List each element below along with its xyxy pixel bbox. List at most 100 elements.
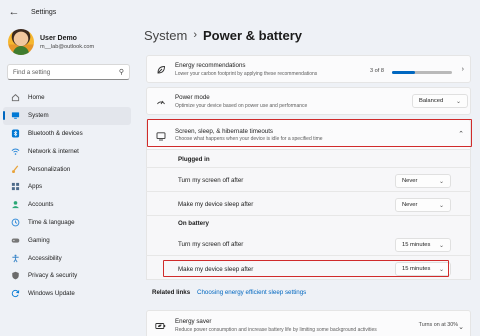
- sidebar-item-apps[interactable]: Apps: [3, 178, 131, 196]
- sidebar-item-label: Personalization: [28, 165, 71, 173]
- sidebar-item-bluetooth-devices[interactable]: Bluetooth & devices: [3, 125, 131, 143]
- energy-title: Energy recommendations: [175, 62, 246, 69]
- battery-saver-icon: [155, 320, 166, 331]
- energy-saver-status: Turns on at 30%: [418, 322, 458, 328]
- sidebar-item-label: Gaming: [28, 236, 50, 244]
- chevron-down-icon: ⌄: [438, 242, 444, 249]
- home-icon: [11, 93, 20, 102]
- sidebar-item-label: Accounts: [28, 201, 54, 209]
- globe-clock-icon: [11, 218, 20, 227]
- sidebar-item-privacy-security[interactable]: Privacy & security: [3, 267, 131, 285]
- chevron-down-icon: ⌄: [438, 178, 444, 185]
- sidebar-item-accounts[interactable]: Accounts: [3, 196, 131, 214]
- breadcrumb: System › Power & battery: [138, 25, 480, 45]
- plugged-screen-off-label: Turn my screen off after: [178, 177, 244, 184]
- power-mode-title: Power mode: [175, 94, 210, 101]
- sidebar-item-accessibility[interactable]: Accessibility: [3, 249, 131, 267]
- search-box[interactable]: ⚲: [7, 64, 130, 80]
- sidebar-item-label: Privacy & security: [28, 272, 78, 280]
- screen-sleep-header[interactable]: Screen, sleep, & hibernate timeouts Choo…: [146, 119, 471, 150]
- plugged-screen-off-value: Never: [402, 178, 418, 184]
- person-icon: [11, 200, 20, 209]
- power-mode-desc: Optimize your device based on power use …: [175, 103, 308, 109]
- sidebar-item-home[interactable]: Home: [3, 89, 131, 107]
- sidebar-item-time-language[interactable]: Time & language: [3, 214, 131, 232]
- main-content: System › Power & battery Energy recommen…: [138, 24, 480, 336]
- accessibility-icon: [11, 254, 20, 263]
- energy-desc: Lower your carbon footprint by applying …: [175, 71, 318, 77]
- sidebar-item-label: Accessibility: [28, 254, 62, 262]
- screen-sleep-title: Screen, sleep, & hibernate timeouts: [175, 128, 274, 135]
- sidebar-item-label: System: [28, 112, 49, 120]
- power-mode-icon: [155, 96, 166, 107]
- back-button[interactable]: ←: [3, 1, 25, 23]
- avatar: [8, 29, 34, 55]
- wifi-icon: [11, 147, 20, 156]
- related-link[interactable]: Choosing energy efficient sleep settings: [197, 289, 306, 296]
- sidebar-item-windows-update[interactable]: Windows Update: [3, 285, 131, 303]
- battery-sleep-dropdown[interactable]: 15 minutes ⌄: [395, 262, 451, 276]
- energy-progress-bar: [392, 71, 452, 74]
- energy-progress-fill: [392, 71, 415, 74]
- sidebar-nav: Home System Bluetooth & devices Network & i…: [0, 89, 138, 303]
- energy-saver-desc: Reduce power consumption and increase ba…: [175, 327, 377, 333]
- energy-saver-title: Energy saver: [175, 318, 212, 325]
- plugged-sleep-value: Never: [402, 202, 418, 208]
- bluetooth-icon: [11, 129, 20, 138]
- apps-icon: [11, 182, 20, 191]
- battery-screen-off-value: 15 minutes: [402, 242, 431, 248]
- sidebar-item-system[interactable]: System: [3, 106, 131, 125]
- chevron-down-icon: ⌄: [458, 324, 464, 331]
- user-email: m__lab@outlook.com: [40, 43, 95, 50]
- sidebar-item-label: Time & language: [28, 218, 75, 226]
- chevron-down-icon: ⌄: [438, 202, 444, 209]
- divider: [146, 215, 471, 216]
- power-mode-dropdown[interactable]: Balanced ⌄: [412, 94, 468, 108]
- on-battery-heading: On battery: [178, 220, 209, 227]
- sidebar-item-gaming[interactable]: Gaming: [3, 231, 131, 249]
- power-mode-row: Power mode Optimize your device based on…: [146, 87, 471, 115]
- breadcrumb-parent[interactable]: System: [144, 28, 187, 43]
- battery-screen-off-dropdown[interactable]: 15 minutes ⌄: [395, 238, 451, 252]
- divider: [146, 167, 471, 168]
- energy-recommendations-row[interactable]: Energy recommendations Lower your carbon…: [146, 55, 471, 83]
- user-name: User Demo: [40, 34, 77, 42]
- user-profile[interactable]: User Demo m__lab@outlook.com: [0, 24, 138, 58]
- update-icon: [11, 289, 20, 298]
- battery-screen-off-label: Turn my screen off after: [178, 241, 244, 248]
- brush-icon: [11, 165, 20, 174]
- leaf-icon: [155, 64, 166, 75]
- app-title: Settings: [31, 8, 57, 16]
- search-icon: ⚲: [118, 69, 124, 76]
- sidebar-item-label: Apps: [28, 183, 43, 191]
- power-mode-value: Balanced: [419, 98, 444, 104]
- sidebar: User Demo m__lab@outlook.com ⚲ Home Syste…: [0, 24, 138, 336]
- related-links-label: Related links: [152, 289, 191, 296]
- monitor-sleep-icon: [155, 130, 166, 141]
- screen-sleep-desc: Choose what happens when your device is …: [175, 136, 323, 142]
- sidebar-item-label: Network & internet: [28, 147, 79, 155]
- chevron-right-icon: ›: [461, 66, 464, 73]
- search-input[interactable]: [13, 68, 119, 76]
- chevron-up-icon: ⌃: [458, 131, 464, 138]
- plugged-screen-off-dropdown[interactable]: Never ⌄: [395, 174, 451, 188]
- gamepad-icon: [11, 236, 20, 245]
- page-title: Power & battery: [203, 27, 302, 43]
- breadcrumb-separator: ›: [193, 29, 198, 41]
- sidebar-item-label: Windows Update: [28, 290, 75, 298]
- title-bar: ← Settings: [0, 0, 480, 24]
- sidebar-item-label: Bluetooth & devices: [28, 129, 83, 137]
- chevron-down-icon: ⌄: [438, 266, 444, 273]
- sidebar-item-network-internet[interactable]: Network & internet: [3, 142, 131, 160]
- battery-sleep-value: 15 minutes: [402, 266, 431, 272]
- chevron-down-icon: ⌄: [455, 98, 461, 105]
- plugged-in-heading: Plugged in: [178, 156, 210, 163]
- plugged-sleep-dropdown[interactable]: Never ⌄: [395, 198, 451, 212]
- battery-sleep-label: Make my device sleep after: [178, 266, 254, 273]
- shield-icon: [11, 271, 20, 280]
- divider: [146, 255, 471, 256]
- divider: [146, 191, 471, 192]
- back-arrow-icon: ←: [8, 6, 20, 18]
- sidebar-item-personalization[interactable]: Personalization: [3, 160, 131, 178]
- sidebar-item-label: Home: [28, 94, 45, 102]
